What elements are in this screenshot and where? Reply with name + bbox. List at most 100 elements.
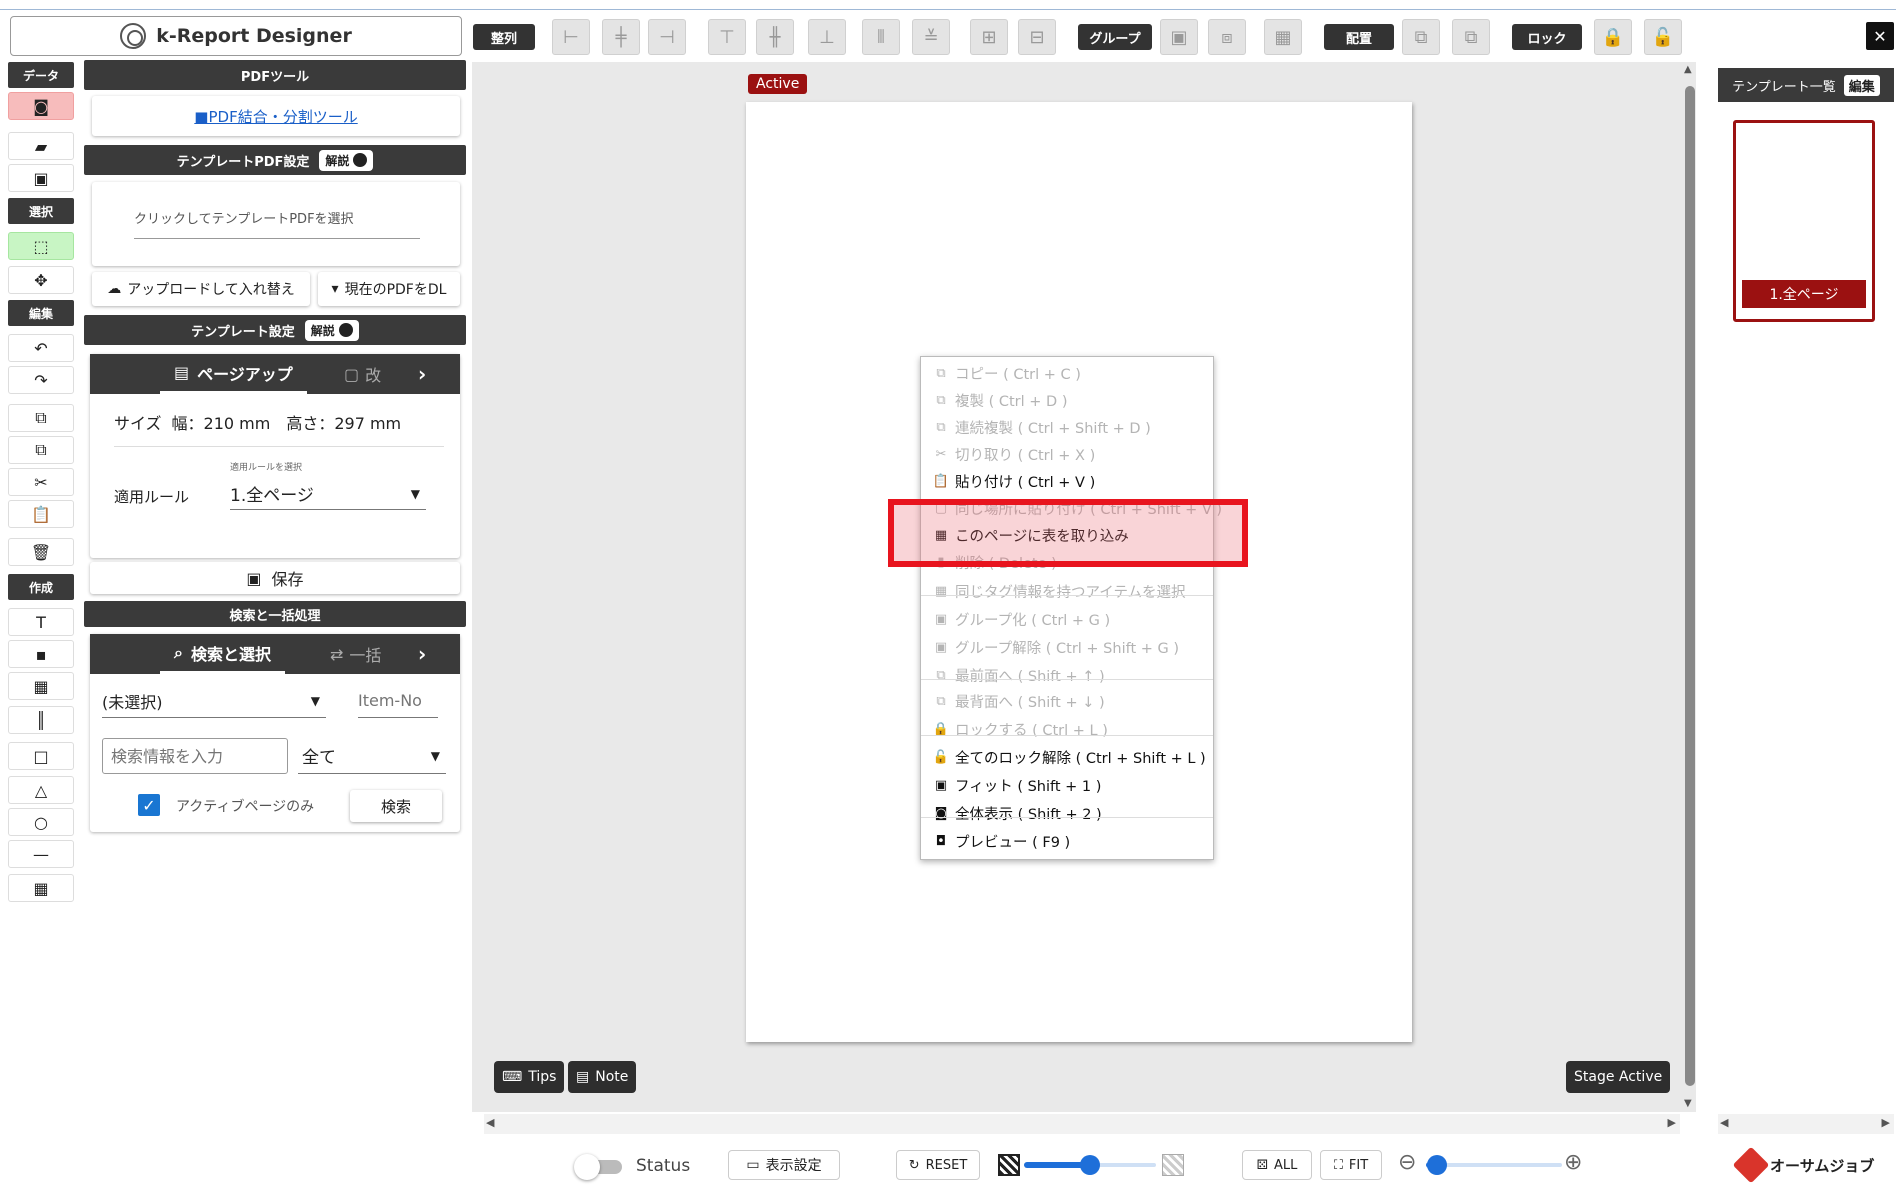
item-no-input[interactable]	[358, 684, 438, 718]
tab-search-select[interactable]: ⌕ 検索と選択	[160, 634, 285, 674]
opacity-slider-knob[interactable]	[1080, 1155, 1100, 1175]
context-menu-item[interactable]: ▣ フィット ( Shift + 1 )	[933, 775, 1102, 796]
stage-active-button[interactable]: Stage Active	[1566, 1061, 1671, 1093]
text-tool-icon[interactable]: T	[8, 608, 74, 636]
triangle-tool-icon[interactable]: △	[8, 776, 74, 804]
grid-h-icon[interactable]: ⊞	[970, 19, 1008, 55]
active-page-checkbox[interactable]: ✓	[138, 794, 160, 816]
template-list-hscroll[interactable]: ◀ ▶	[1718, 1114, 1894, 1134]
table-tool-icon[interactable]: ▦	[8, 874, 74, 902]
context-menu-item[interactable]: 📋 貼り付け ( Ctrl + V )	[933, 471, 1095, 492]
template-save-button[interactable]: ▣ 保存	[90, 562, 460, 594]
tips-button[interactable]: ⌨ Tips	[494, 1061, 565, 1093]
zoom-in-icon[interactable]: ⊕	[1564, 1150, 1582, 1175]
pdf-merge-split-link[interactable]: ■PDF結合・分割ツール	[194, 106, 357, 127]
group-icon[interactable]: ▣	[1160, 19, 1198, 55]
scroll-down-icon[interactable]: ▼	[1684, 1098, 1692, 1109]
display-settings-button[interactable]: ▭ 表示設定	[728, 1150, 840, 1180]
grid-v-icon[interactable]: ⊟	[1018, 19, 1056, 55]
distribute-h-icon[interactable]: ⦀	[862, 19, 900, 55]
context-menu-item[interactable]: ⧉ 最前面へ ( Shift + ↑ )	[933, 665, 1104, 686]
save-icon[interactable]: ▣	[8, 164, 74, 192]
ellipse-tool-icon[interactable]: ○	[8, 808, 74, 836]
redo-icon[interactable]: ↷	[8, 366, 74, 394]
send-back-icon[interactable]: ⧉	[1452, 19, 1490, 55]
download-pdf-button[interactable]: ▾ 現在のPDFをDL	[318, 272, 460, 306]
tab-page-break[interactable]: ▢ 改	[344, 354, 381, 394]
template-page-label[interactable]: 1.全ページ	[1742, 280, 1866, 308]
align-left-icon[interactable]: ⊢	[552, 19, 590, 55]
opacity-slider[interactable]	[1024, 1152, 1156, 1178]
search-button[interactable]: 検索	[350, 790, 442, 822]
search-scope-select[interactable]: 全て ▼	[298, 738, 446, 774]
show-all-button[interactable]: ⚄ ALL	[1242, 1150, 1312, 1180]
rectangle-tool-icon[interactable]: □	[8, 742, 74, 770]
scroll-up-icon[interactable]: ▲	[1684, 64, 1692, 75]
scroll-right-icon[interactable]: ▶	[1882, 1116, 1890, 1129]
folder-open-icon[interactable]: ▰	[8, 132, 74, 160]
template-settings-help-button[interactable]: 解説	[304, 319, 359, 341]
copy-icon[interactable]: ⧉	[8, 404, 74, 432]
context-menu-item[interactable]: ▦ 同じタグ情報を持つアイテムを選択	[933, 581, 1186, 602]
context-menu-item[interactable]: ✂ 切り取り ( Ctrl + X )	[933, 444, 1096, 465]
context-menu-item[interactable]: ◘ プレビュー ( F9 )	[933, 831, 1070, 852]
align-top-icon[interactable]: ⊤	[708, 19, 746, 55]
note-button[interactable]: ▤ Note	[568, 1061, 637, 1093]
select-area-icon[interactable]: ⬚	[8, 232, 74, 260]
duplicate-icon[interactable]: ⧉	[8, 436, 74, 464]
trash-icon[interactable]: 🗑	[8, 538, 74, 566]
distribute-v-icon[interactable]: ≚	[912, 19, 950, 55]
status-toggle[interactable]	[574, 1154, 626, 1180]
tag-select-icon[interactable]: ▦	[1264, 19, 1302, 55]
bring-front-icon[interactable]: ⧉	[1402, 19, 1440, 55]
context-menu-item[interactable]: ⧉ コピー ( Ctrl + C )	[933, 363, 1081, 384]
scroll-right-icon[interactable]: ▶	[1668, 1116, 1676, 1129]
align-middle-icon[interactable]: ╫	[756, 19, 794, 55]
scissors-icon[interactable]: ✂	[8, 468, 74, 496]
vertical-scroll-thumb[interactable]	[1685, 86, 1695, 1086]
context-menu-item[interactable]: 🔒 ロックする ( Ctrl + L )	[933, 719, 1108, 740]
context-menu-item[interactable]: ▣ グループ解除 ( Ctrl + Shift + G )	[933, 637, 1179, 658]
unlock-icon[interactable]: 🔓	[1644, 19, 1682, 55]
upload-replace-button[interactable]: ☁ アップロードして入れ替え	[92, 272, 310, 306]
scroll-left-icon[interactable]: ◀	[486, 1116, 494, 1129]
align-center-h-icon[interactable]: ╪	[602, 19, 640, 55]
context-menu-item[interactable]: ⧉ 最背面へ ( Shift + ↓ )	[933, 691, 1104, 712]
ungroup-icon[interactable]: ⧈	[1208, 19, 1246, 55]
rule-select[interactable]: 1.全ページ ▼	[230, 478, 426, 510]
reset-button[interactable]: ↻ RESET	[896, 1150, 980, 1180]
zoom-slider[interactable]	[1426, 1152, 1562, 1178]
fit-button[interactable]: ⛶ FIT	[1320, 1150, 1382, 1180]
lock-icon[interactable]: 🔒	[1594, 19, 1632, 55]
search-input[interactable]	[102, 738, 288, 774]
image-tool-icon[interactable]: ▪	[8, 640, 74, 668]
preview-icon[interactable]: ◙	[8, 92, 74, 120]
scroll-left-icon[interactable]: ◀	[1720, 1116, 1728, 1129]
close-button[interactable]: ✕	[1866, 22, 1894, 50]
clipboard-icon[interactable]: 📋	[8, 500, 74, 528]
horizontal-scrollbar[interactable]: ◀ ▶	[484, 1114, 1680, 1134]
context-menu-item[interactable]: ▣ グループ化 ( Ctrl + G )	[933, 609, 1110, 630]
align-right-icon[interactable]: ⊣	[648, 19, 686, 55]
zoom-slider-knob[interactable]	[1427, 1155, 1447, 1175]
search-tabs-next-chevron-icon[interactable]: ›	[418, 642, 426, 666]
tab-batch[interactable]: ⇄ 一括	[330, 634, 381, 674]
vertical-scrollbar[interactable]: ▲ ▼	[1683, 64, 1697, 1112]
line-tool-icon[interactable]: —	[8, 840, 74, 868]
template-pdf-help-button[interactable]: 解説	[319, 149, 374, 171]
tab-page-setup[interactable]: ▤ ページアップ	[160, 354, 307, 394]
zoom-out-icon[interactable]: ⊖	[1398, 1150, 1416, 1175]
context-menu-item[interactable]: ⧉ 複製 ( Ctrl + D )	[933, 390, 1067, 411]
undo-icon[interactable]: ↶	[8, 334, 74, 362]
context-menu-item[interactable]: 🔓 全てのロック解除 ( Ctrl + Shift + L )	[933, 747, 1206, 768]
template-list-edit-button[interactable]: 編集	[1843, 74, 1880, 96]
move-icon[interactable]: ✥	[8, 266, 74, 294]
template-pdf-card[interactable]: クリックしてテンプレートPDFを選択	[92, 182, 460, 266]
item-type-select[interactable]: (未選択) ▼	[102, 684, 326, 718]
barcode-tool-icon[interactable]: ║	[8, 706, 74, 734]
context-menu-item[interactable]: ◙ 全体表示 ( Shift + 2 )	[933, 803, 1102, 824]
tabs-next-chevron-icon[interactable]: ›	[418, 362, 426, 386]
context-menu-item[interactable]: ⧉ 連続複製 ( Ctrl + Shift + D )	[933, 417, 1150, 438]
align-bottom-icon[interactable]: ⊥	[808, 19, 846, 55]
qr-tool-icon[interactable]: ▦	[8, 672, 74, 700]
